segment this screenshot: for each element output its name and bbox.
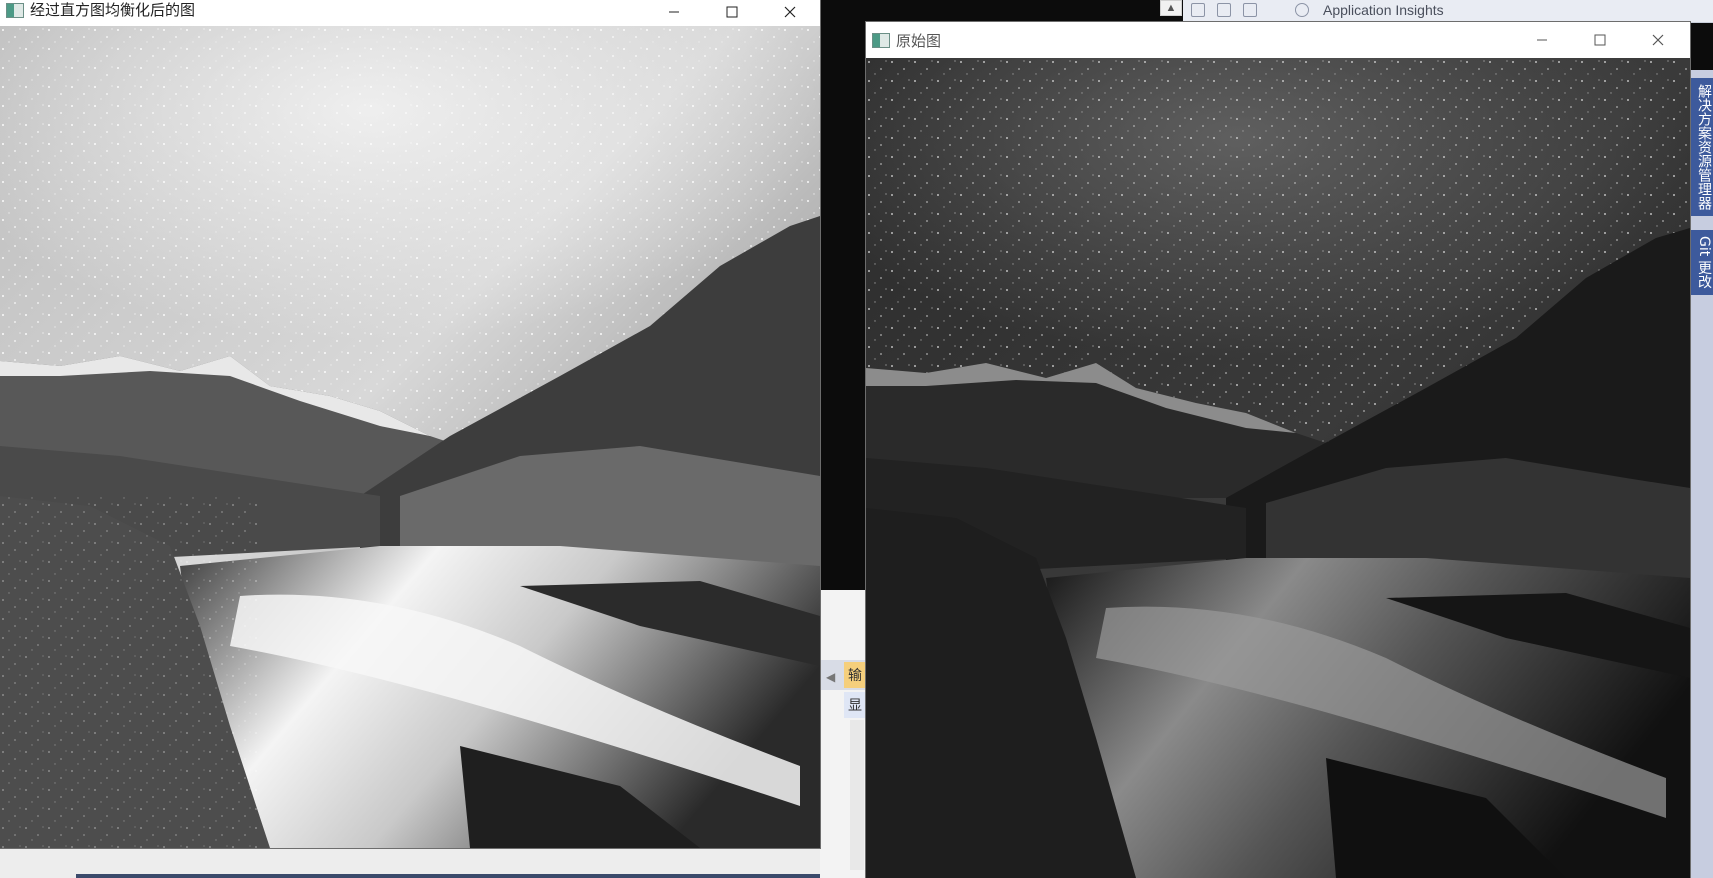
window-title: 原始图 <box>896 32 942 50</box>
equalized-image-window: 经过直方图均衡化后的图 <box>0 0 820 848</box>
minimize-button[interactable] <box>652 0 696 26</box>
original-image-window: 原始图 <box>866 22 1690 878</box>
close-icon <box>1652 34 1664 46</box>
solution-explorer-tab[interactable]: 解决方案资源管理器 <box>1691 78 1713 216</box>
equalized-image <box>0 26 820 848</box>
output-tab[interactable]: 输 <box>844 662 866 688</box>
scroll-left-icon[interactable]: ◀ <box>826 670 835 684</box>
git-changes-tab[interactable]: Git 更改 <box>1691 230 1713 295</box>
minimize-icon <box>1537 39 1547 41</box>
scrollbar[interactable] <box>850 720 864 870</box>
original-landscape-image <box>866 58 1690 878</box>
window-title: 经过直方图均衡化后的图 <box>30 1 196 19</box>
close-button[interactable] <box>1636 26 1680 54</box>
maximize-icon <box>1594 34 1606 46</box>
ide-toolbar: Application Insights <box>1183 0 1713 23</box>
minimize-button[interactable] <box>1520 26 1564 54</box>
toolbar-icon[interactable] <box>1243 3 1257 17</box>
maximize-icon <box>726 6 738 18</box>
opencv-window-icon <box>872 33 890 48</box>
window-titlebar[interactable]: 经过直方图均衡化后的图 <box>0 0 820 26</box>
toolbar-icon[interactable] <box>1217 3 1231 17</box>
window-titlebar[interactable]: 原始图 <box>866 22 1690 58</box>
application-insights-button[interactable]: Application Insights <box>1323 2 1444 18</box>
ide-status-area <box>0 848 830 878</box>
maximize-button[interactable] <box>1578 26 1622 54</box>
close-icon <box>784 6 796 18</box>
original-image <box>866 58 1690 878</box>
maximize-button[interactable] <box>710 0 754 26</box>
close-button[interactable] <box>768 0 812 26</box>
display-dropdown[interactable]: 显 <box>844 692 866 718</box>
minimize-icon <box>669 11 679 13</box>
toolbar-icon[interactable] <box>1191 3 1205 17</box>
ide-output-panel: ◀ 输 显 <box>820 590 866 878</box>
scroll-up-arrow[interactable]: ▲ <box>1160 0 1182 16</box>
opencv-window-icon <box>6 3 24 18</box>
equalized-landscape-image <box>0 26 820 848</box>
tool-window-strip: 解决方案资源管理器 Git 更改 <box>1690 70 1713 878</box>
pin-icon[interactable] <box>1295 3 1309 17</box>
